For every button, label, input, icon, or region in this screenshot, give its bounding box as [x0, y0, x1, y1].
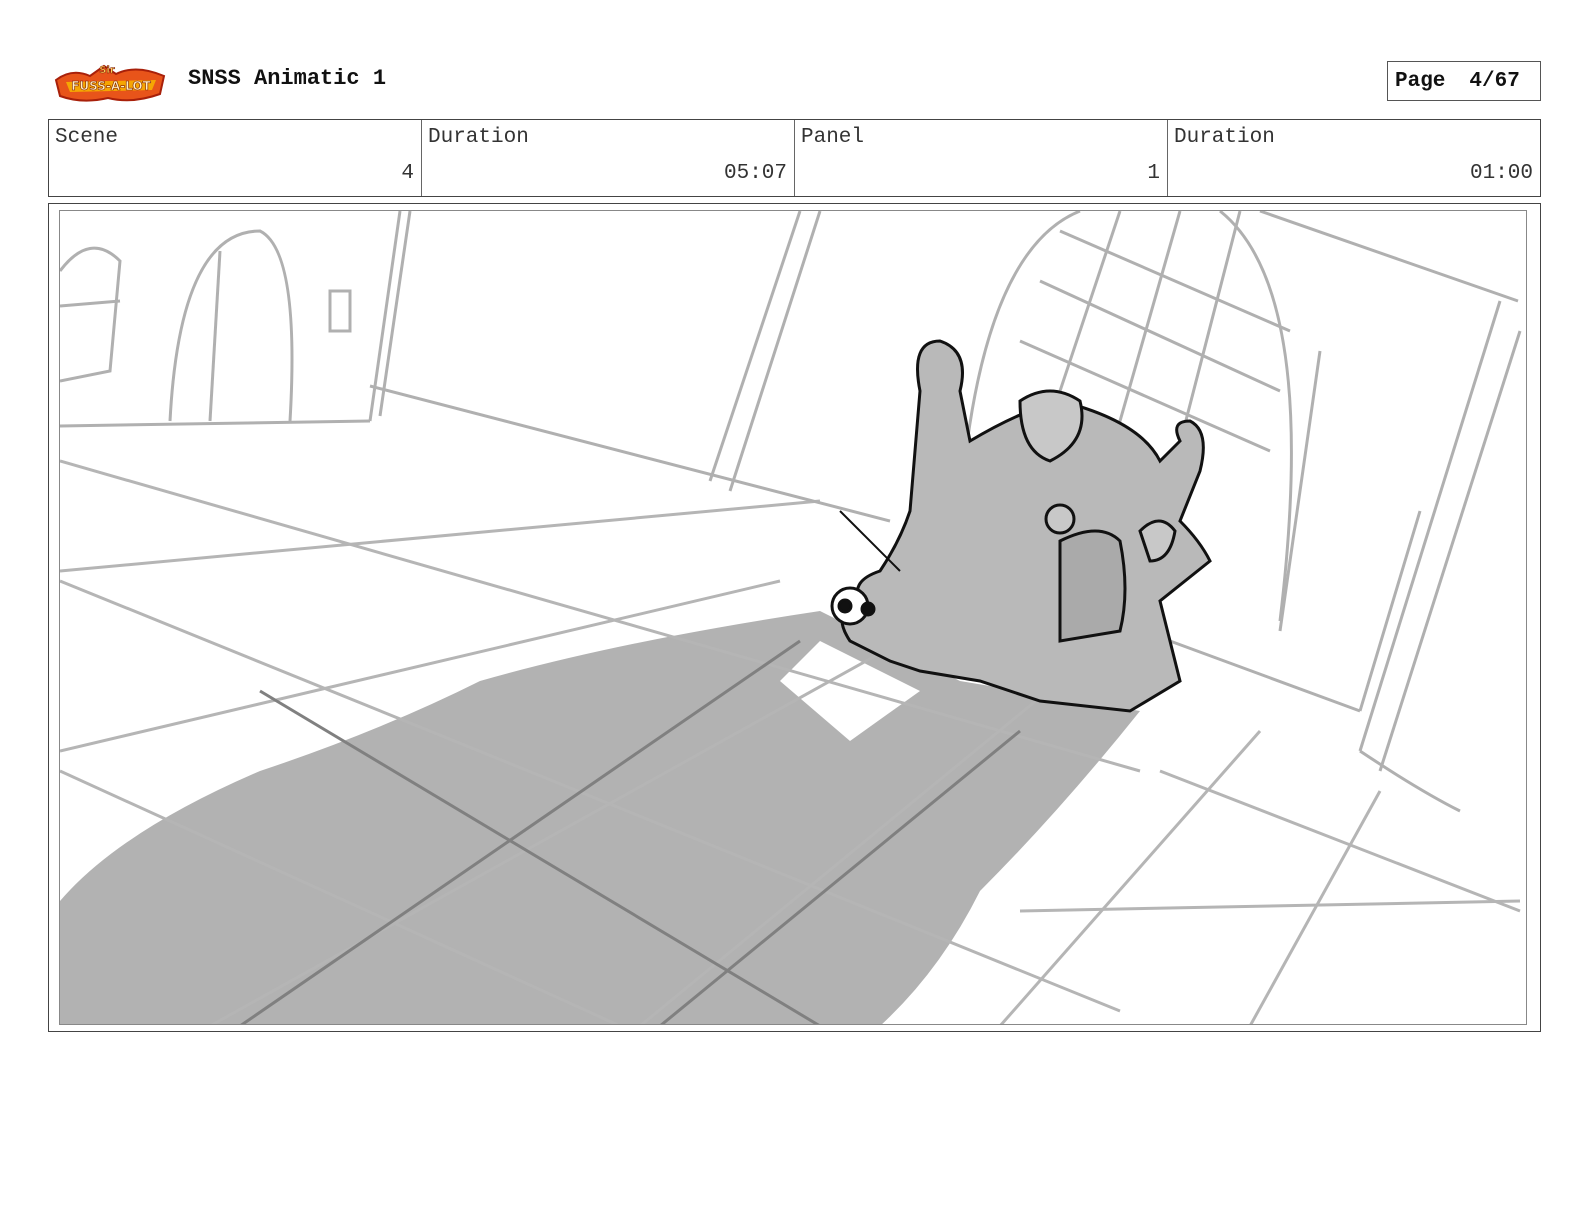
storyboard-panel — [48, 203, 1541, 1032]
svg-text:Sir: Sir — [99, 65, 115, 76]
page-label: Page — [1395, 69, 1446, 93]
storyboard-sketch — [59, 210, 1527, 1025]
page-number: 4/67 — [1469, 69, 1520, 93]
panel-value: 1 — [1147, 162, 1160, 185]
scene-value: 4 — [401, 162, 414, 185]
svg-text:FUSS-A-LOT: FUSS-A-LOT — [71, 79, 151, 93]
scene-label: Scene — [55, 126, 119, 149]
panel-duration-value: 01:00 — [1469, 162, 1533, 185]
panel-duration-cell: Duration 01:00 — [1167, 120, 1540, 196]
document-title: SNSS Animatic 1 — [188, 66, 387, 91]
scene-cell: Scene 4 — [49, 120, 421, 196]
panel-duration-label: Duration — [1174, 126, 1275, 149]
panel-label: Panel — [801, 126, 865, 149]
scene-info-table: Scene 4 Duration 05:07 Panel 1 Duration … — [48, 119, 1541, 197]
show-logo: FUSS-A-LOT Sir — [52, 58, 170, 106]
scene-duration-cell: Duration 05:07 — [421, 120, 794, 196]
panel-cell: Panel 1 — [794, 120, 1167, 196]
scene-duration-label: Duration — [428, 126, 529, 149]
scene-duration-value: 05:07 — [723, 162, 787, 185]
page-indicator: Page 4/67 — [1387, 61, 1541, 101]
